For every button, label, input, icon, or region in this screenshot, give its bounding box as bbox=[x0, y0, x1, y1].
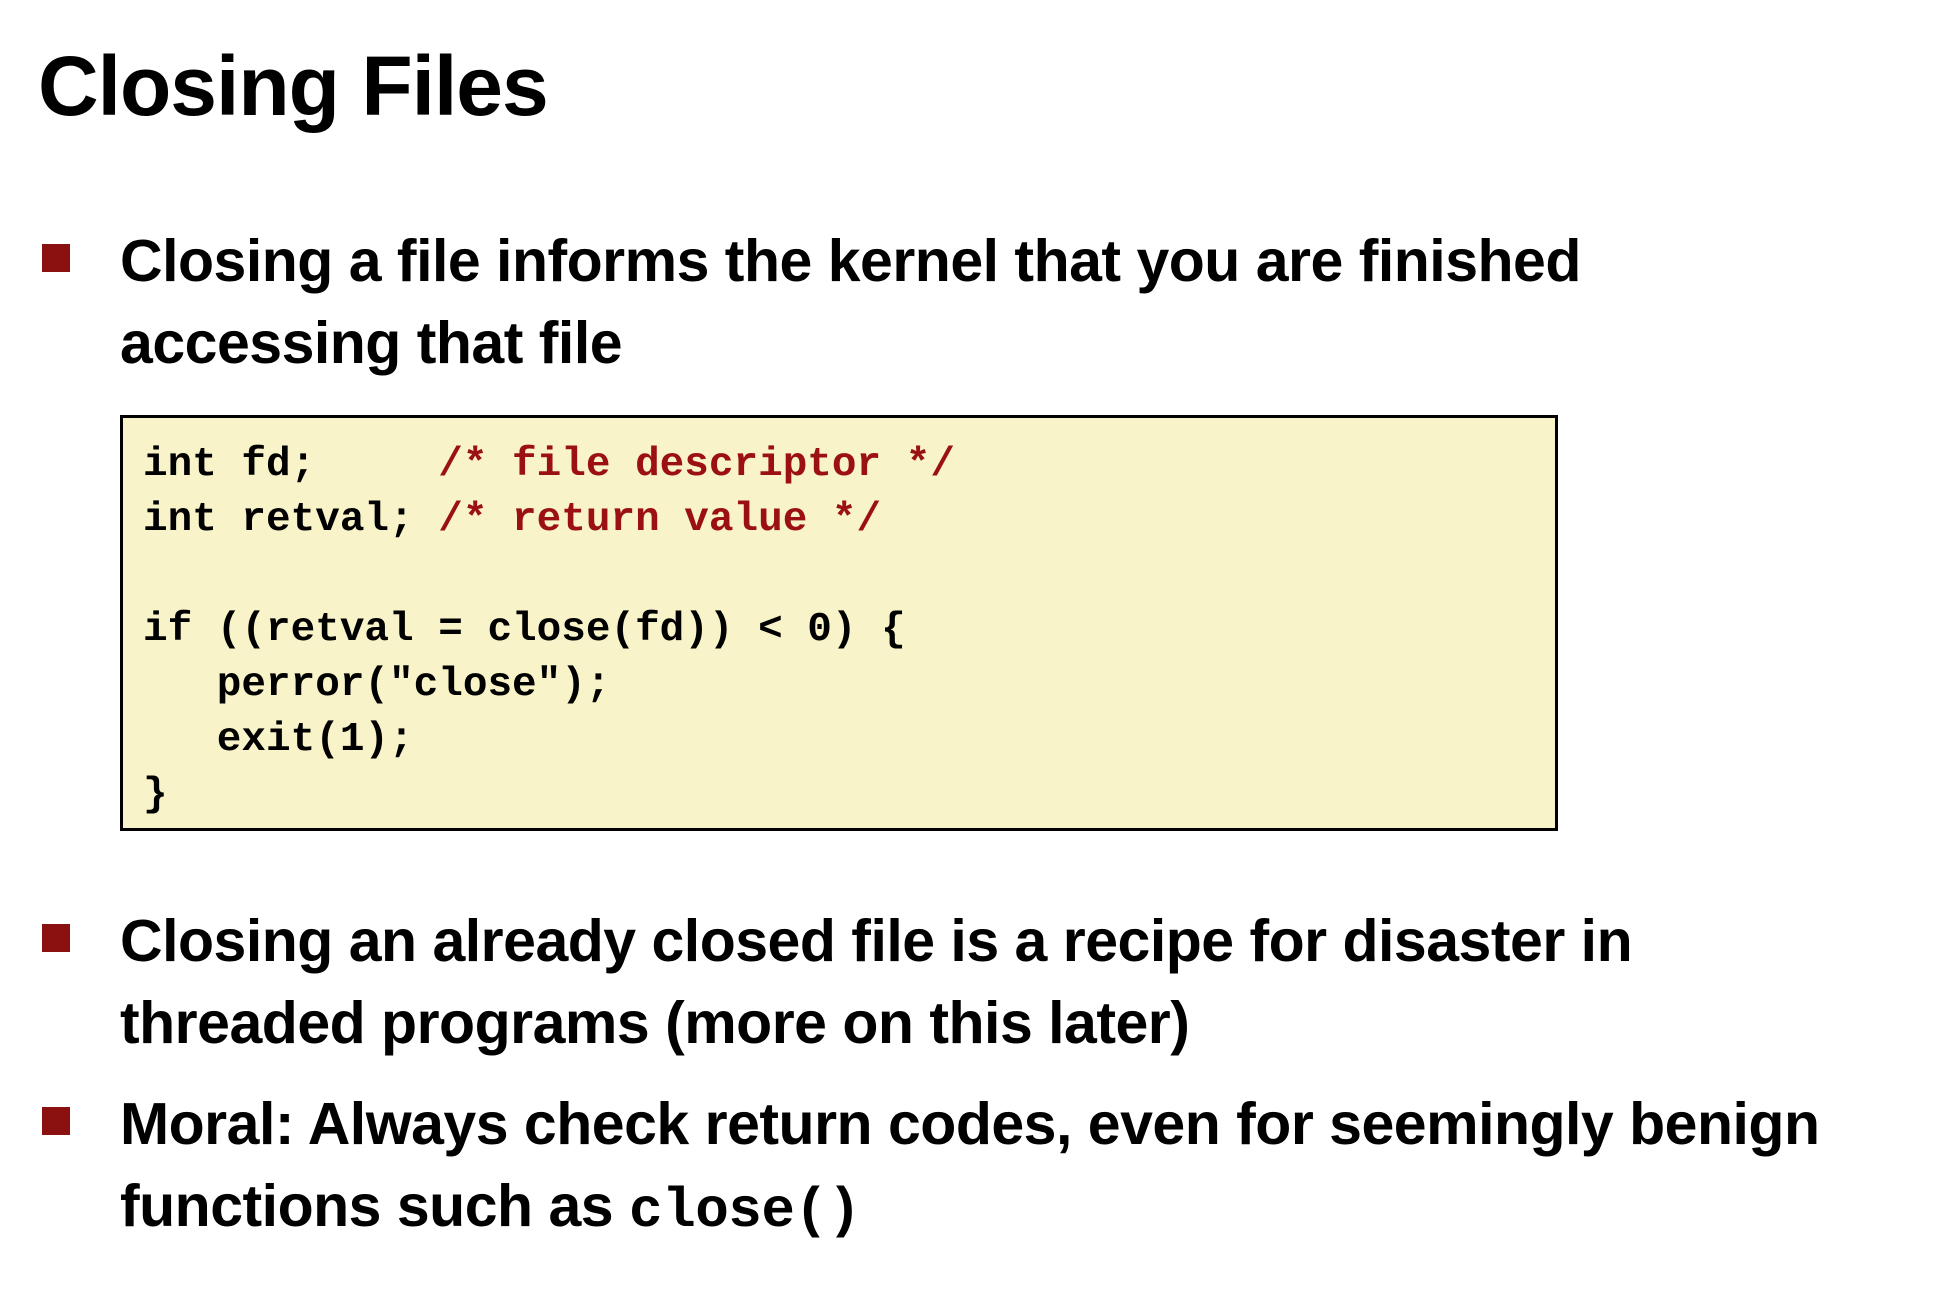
code-line-7: } bbox=[143, 768, 1555, 823]
code-text: perror("close"); bbox=[143, 662, 611, 708]
code-line-6: exit(1); bbox=[143, 713, 1555, 768]
code-text: } bbox=[143, 772, 168, 818]
code-line-1: int fd; /* file descriptor */ bbox=[143, 438, 1555, 493]
slide: Closing Files Closing a file informs the… bbox=[0, 0, 1941, 1302]
bullet-text-before-code: Moral: Always check return codes, even f… bbox=[120, 1091, 1820, 1239]
code-text: int fd; bbox=[143, 442, 439, 488]
code-text: if ((retval = close(fd)) < 0) { bbox=[143, 607, 906, 653]
bullet-text: Moral: Always check return codes, even f… bbox=[120, 1083, 1842, 1252]
bullet-item-2: Closing an already closed file is a reci… bbox=[42, 900, 1842, 1064]
code-line-4: if ((retval = close(fd)) < 0) { bbox=[143, 603, 1555, 658]
bullet-marker bbox=[42, 244, 70, 272]
code-text: exit(1); bbox=[143, 717, 414, 763]
bullet-item-1: Closing a file informs the kernel that y… bbox=[42, 220, 1842, 384]
code-text: int retval; bbox=[143, 497, 439, 543]
slide-title: Closing Files bbox=[38, 39, 549, 133]
code-comment: /* return value */ bbox=[438, 497, 882, 543]
bullet-marker bbox=[42, 1107, 70, 1135]
bullet-text: Closing a file informs the kernel that y… bbox=[120, 228, 1581, 376]
code-line-5: perror("close"); bbox=[143, 658, 1555, 713]
bullet-marker bbox=[42, 924, 70, 952]
inline-code-close: close() bbox=[628, 1179, 861, 1243]
code-comment: /* file descriptor */ bbox=[438, 442, 955, 488]
code-line-2: int retval; /* return value */ bbox=[143, 493, 1555, 548]
bullet-item-3: Moral: Always check return codes, even f… bbox=[42, 1083, 1842, 1252]
bullet-text: Closing an already closed file is a reci… bbox=[120, 908, 1633, 1056]
code-block: int fd; /* file descriptor */ int retval… bbox=[120, 415, 1558, 831]
